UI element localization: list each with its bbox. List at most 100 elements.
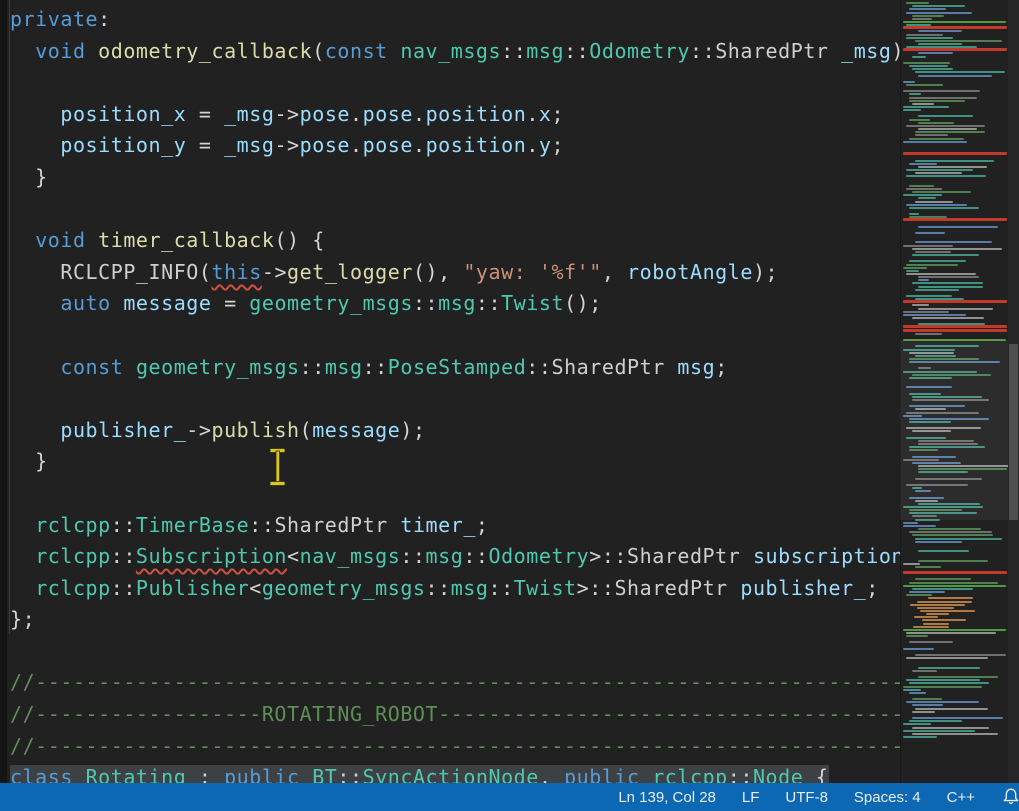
code-token: timer_callback [98, 228, 274, 252]
minimap-line [909, 352, 954, 354]
code-line[interactable] [0, 478, 900, 510]
code-token: publisher_ [60, 418, 186, 442]
minimap-line [918, 75, 992, 77]
code-token [10, 39, 35, 63]
code-token: msg [677, 355, 715, 379]
minimap-line [915, 519, 940, 521]
code-token [10, 355, 60, 379]
code-token: () { [274, 228, 324, 252]
minimap-line [917, 601, 972, 603]
minimap-line [909, 449, 938, 451]
code-token: Odometry [589, 39, 690, 63]
code-line[interactable]: auto message = geometry_msgs::msg::Twist… [0, 288, 900, 320]
code-token: SharedPtr [614, 576, 727, 600]
minimap-line [903, 371, 977, 373]
status-language[interactable]: C++ [947, 789, 975, 806]
minimap-line [912, 254, 979, 256]
code-token: private [10, 7, 98, 31]
minimap-line [903, 300, 1007, 303]
minimap-line [918, 115, 973, 117]
scrollbar-thumb[interactable] [1009, 344, 1018, 520]
code-token: class [10, 765, 73, 783]
minimap-line [903, 109, 921, 111]
minimap-line [906, 204, 967, 206]
code-token: nav_msgs [400, 39, 501, 63]
code-line[interactable]: //--------------------------------------… [0, 667, 900, 699]
code-editor[interactable]: private: void odometry_callback(const na… [0, 0, 900, 783]
code-token: Odometry [489, 544, 590, 568]
minimap-line [909, 138, 964, 140]
minimap-line [915, 172, 962, 174]
minimap-line [912, 399, 989, 401]
minimap-line [909, 393, 941, 395]
code-token: } [10, 449, 48, 473]
code-line[interactable] [0, 383, 900, 415]
code-line[interactable]: }; [0, 604, 900, 636]
code-token: rclcpp [35, 576, 111, 600]
minimap-line [906, 427, 981, 429]
minimap-line [906, 412, 979, 414]
minimap-line [912, 56, 926, 58]
minimap-line [912, 282, 983, 284]
code-line[interactable]: void odometry_callback(const nav_msgs::m… [0, 36, 900, 68]
code-line[interactable]: //------------------ROTATING_ROBOT------… [0, 699, 900, 731]
code-token: < [249, 576, 262, 600]
notifications-bell-icon[interactable] [1001, 787, 1019, 807]
minimap-line [915, 201, 953, 203]
scrollbar-track[interactable] [1008, 0, 1019, 783]
status-bar: Ln 139, Col 28 LF UTF-8 Spaces: 4 C++ [0, 783, 1019, 811]
code-line[interactable] [0, 194, 900, 226]
status-eol[interactable]: LF [742, 789, 760, 806]
minimap-line [906, 635, 928, 637]
code-token: geometry_msgs [262, 576, 426, 600]
status-line-col[interactable]: Ln 139, Col 28 [618, 789, 716, 806]
code-token: SyncActionNode [363, 765, 539, 783]
minimap-line [912, 317, 984, 319]
code-token [111, 291, 124, 315]
code-token: timer_ [400, 513, 476, 537]
code-token: const [60, 355, 123, 379]
minimap-line [915, 40, 1002, 42]
code-line[interactable]: const geometry_msgs::msg::PoseStamped::S… [0, 352, 900, 384]
minimap-line [910, 604, 965, 606]
minimap-line [903, 245, 953, 247]
status-indentation[interactable]: Spaces: 4 [854, 789, 921, 806]
code-line[interactable]: rclcpp::TimerBase::SharedPtr timer_; [0, 510, 900, 542]
code-line[interactable]: void timer_callback() { [0, 225, 900, 257]
code-line[interactable]: //--------------------------------------… [0, 731, 900, 763]
code-token: ; [866, 576, 879, 600]
minimap-line [906, 386, 952, 388]
status-encoding[interactable]: UTF-8 [785, 789, 828, 806]
code-token [123, 355, 136, 379]
code-line[interactable]: rclcpp::Publisher<geometry_msgs::msg::Tw… [0, 573, 900, 605]
code-line[interactable]: position_x = _msg->pose.pose.position.x; [0, 99, 900, 131]
code-token: . [350, 133, 363, 157]
code-line[interactable]: private: [0, 4, 900, 36]
code-line[interactable]: class Rotating : public BT::SyncActionNo… [0, 762, 900, 783]
code-token: SharedPtr [627, 544, 740, 568]
code-line[interactable]: position_y = _msg->pose.pose.position.y; [0, 130, 900, 162]
code-token: Subscription [136, 544, 287, 568]
code-token [10, 544, 35, 568]
minimap-line [915, 355, 956, 357]
code-line[interactable] [0, 636, 900, 668]
code-line[interactable]: } [0, 162, 900, 194]
code-line[interactable]: publisher_->publish(message); [0, 415, 900, 447]
minimap[interactable] [900, 0, 1008, 783]
minimap-line [918, 528, 981, 530]
code-line[interactable] [0, 320, 900, 352]
code-line[interactable]: rclcpp::Subscription<nav_msgs::msg::Odom… [0, 541, 900, 573]
minimap-line [928, 597, 973, 599]
minimap-line [912, 711, 935, 713]
code-token: (); [564, 291, 602, 315]
code-token: :: [111, 544, 136, 568]
code-line[interactable]: } [0, 446, 900, 478]
minimap-line [915, 131, 985, 133]
code-line[interactable] [0, 67, 900, 99]
code-token: position [426, 133, 527, 157]
minimap-line [912, 15, 944, 17]
code-token: Twist [501, 291, 564, 315]
minimap-line [918, 286, 983, 288]
minimap-line [903, 339, 1006, 341]
code-line[interactable]: RCLCPP_INFO(this->get_logger(), "yaw: '%… [0, 257, 900, 289]
